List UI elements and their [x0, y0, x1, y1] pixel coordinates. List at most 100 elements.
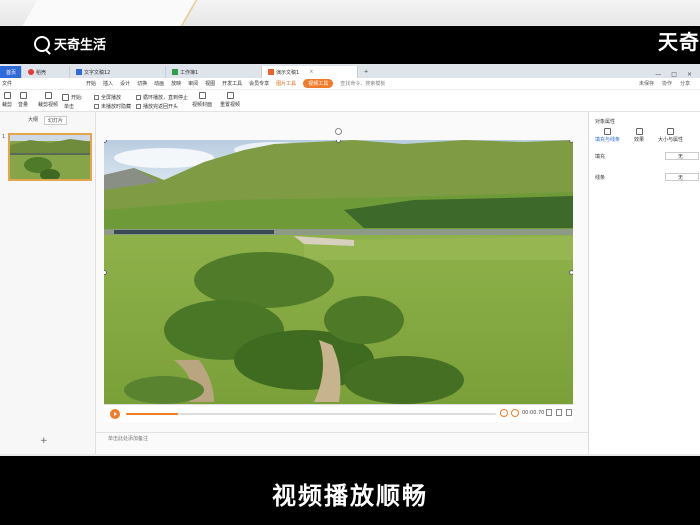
- progress-fill: [126, 413, 178, 415]
- tab-size-properties[interactable]: 大小与属性: [658, 128, 683, 143]
- menu-developer[interactable]: 开发工具: [222, 80, 242, 87]
- notes-area[interactable]: 单击此处添加备注: [96, 432, 588, 444]
- reset-label: 重置视频: [220, 102, 241, 108]
- tab-outline[interactable]: 大纲: [28, 116, 38, 125]
- settings-icon[interactable]: [566, 409, 572, 416]
- crop-icon: [3, 92, 11, 99]
- video-frame[interactable]: [104, 140, 573, 404]
- close-icon[interactable]: ×: [309, 69, 313, 75]
- tab-effects[interactable]: 效果: [634, 128, 644, 143]
- tab-presentation[interactable]: 演示文稿1 ×: [262, 66, 358, 78]
- paper-decoration: [22, 0, 198, 26]
- tab-fill-line[interactable]: 填充与线条: [595, 128, 620, 143]
- menu-video-tools[interactable]: 视频工具: [303, 79, 334, 88]
- menu-transition[interactable]: 切换: [137, 80, 147, 87]
- checkbox-icon: [136, 95, 141, 100]
- line-row[interactable]: 线条 无: [595, 173, 699, 181]
- forward-icon[interactable]: [511, 409, 519, 417]
- video-landscape: [104, 140, 573, 404]
- video-tools-ribbon: 裁剪 音量 裁剪视频 开始: 单击 全屏播放 未播放时隐藏 循环播放，直到停止 …: [0, 90, 700, 112]
- tab-home[interactable]: 首页: [0, 66, 22, 78]
- playback-time: 00:00.70: [522, 410, 545, 416]
- tab-label: 填充与线条: [595, 137, 621, 143]
- start-label: 开始:: [71, 95, 83, 101]
- start-select[interactable]: 单击: [64, 103, 74, 110]
- size-icon: [667, 128, 675, 135]
- tab-label: 效果: [634, 137, 645, 143]
- fullscreen-checkbox[interactable]: 全屏播放: [94, 94, 121, 101]
- logo-text: 天奇生活: [54, 38, 107, 53]
- volume-label: 音量: [18, 102, 29, 108]
- tab-label: 工作簿1: [180, 69, 199, 76]
- search-commands[interactable]: 查找命令、搜索模板: [340, 80, 385, 87]
- reset-icon: [226, 92, 234, 99]
- start-mode[interactable]: 开始:: [62, 94, 83, 101]
- paint-bucket-icon: [604, 128, 611, 135]
- scissors-icon: [44, 92, 52, 99]
- tab-workbook[interactable]: 工作簿1: [166, 66, 262, 78]
- rewind-checkbox[interactable]: 播放完返回开头: [136, 103, 178, 110]
- menu-insert[interactable]: 插入: [103, 80, 113, 87]
- menu-review[interactable]: 审阅: [188, 80, 198, 87]
- play-mode-icon: [62, 94, 69, 101]
- menu-file[interactable]: 文件: [2, 80, 12, 87]
- resize-handle-mr[interactable]: [569, 270, 573, 275]
- menu-home[interactable]: 开始: [86, 80, 96, 87]
- menu-slideshow[interactable]: 放映: [171, 80, 181, 87]
- object-properties-panel: 对象属性 填充与线条 效果 大小与属性 填充 无 线条 无: [588, 112, 700, 454]
- panel-title: 对象属性: [595, 119, 616, 125]
- video-cover-button[interactable]: 视频封面: [192, 92, 212, 108]
- rewind-label: 播放完返回开头: [143, 104, 179, 110]
- new-tab-button[interactable]: +: [358, 66, 374, 78]
- minimize-icon[interactable]: —: [655, 71, 661, 78]
- resize-handle-tr[interactable]: [569, 140, 573, 143]
- tab-label: 文字文稿12: [84, 69, 111, 76]
- menu-picture-tools[interactable]: 图片工具: [276, 80, 296, 87]
- tab-slides[interactable]: 幻灯片: [44, 116, 68, 125]
- maximize-icon[interactable]: □: [671, 71, 677, 78]
- reset-video-button[interactable]: 重置视频: [220, 92, 240, 108]
- notes-placeholder: 单击此处添加备注: [108, 436, 149, 442]
- fill-row[interactable]: 填充 无: [595, 152, 699, 160]
- menu-view[interactable]: 视图: [205, 80, 215, 87]
- thumbnail-image: [10, 135, 90, 179]
- video-caption: 视频播放顺畅: [272, 482, 428, 510]
- line-select[interactable]: 无: [665, 173, 699, 181]
- add-slide-button[interactable]: +: [40, 436, 48, 446]
- tab-docer[interactable]: 稻壳: [22, 66, 70, 78]
- auto-hide-checkbox[interactable]: 未播放时隐藏: [94, 103, 131, 110]
- menu-design[interactable]: 设计: [120, 80, 130, 87]
- brand-mark: 天奇: [658, 30, 700, 54]
- checkbox-icon: [94, 95, 99, 100]
- volume-button[interactable]: 音量: [18, 92, 28, 108]
- seek-controls: [500, 409, 519, 417]
- tab-writer-doc[interactable]: 文字文稿12: [70, 66, 166, 78]
- slide-canvas: 00:00.70 单击此处添加备注: [96, 112, 588, 454]
- top-overlay-bar: 天奇生活 天奇: [0, 26, 700, 64]
- volume-icon[interactable]: [546, 409, 552, 416]
- fullscreen-icon[interactable]: [556, 409, 562, 416]
- clip-video-button[interactable]: 裁剪视频: [38, 92, 58, 108]
- crop-label: 裁剪: [2, 102, 13, 108]
- crop-button[interactable]: 裁剪: [2, 92, 12, 108]
- menu-animation[interactable]: 动画: [154, 80, 164, 87]
- tab-bar: 首页 稻壳 文字文稿12 工作簿1 演示文稿1 × + — □ ×: [0, 64, 700, 78]
- docer-icon: [28, 69, 34, 75]
- slide-number: 1: [2, 134, 6, 140]
- rewind-icon[interactable]: [500, 409, 508, 417]
- play-button[interactable]: [110, 409, 120, 419]
- close-window-icon[interactable]: ×: [687, 71, 692, 78]
- menu-member[interactable]: 会员专享: [249, 80, 269, 87]
- loop-checkbox[interactable]: 循环播放，直到停止: [136, 94, 188, 101]
- collaborate-button[interactable]: 协作: [662, 80, 672, 87]
- slide-panel: 大纲 幻灯片 1 +: [0, 112, 96, 454]
- player-extra-icons: [546, 409, 572, 416]
- fullscreen-label: 全屏播放: [101, 95, 122, 101]
- share-button[interactable]: 分享: [680, 80, 690, 87]
- progress-track[interactable]: [126, 413, 496, 415]
- fill-select[interactable]: 无: [665, 152, 699, 160]
- unsaved-status[interactable]: 未保存: [639, 80, 654, 87]
- rotate-handle[interactable]: [335, 128, 342, 135]
- slide-thumbnail[interactable]: [8, 133, 92, 181]
- properties-tabs: 填充与线条 效果 大小与属性: [595, 128, 683, 143]
